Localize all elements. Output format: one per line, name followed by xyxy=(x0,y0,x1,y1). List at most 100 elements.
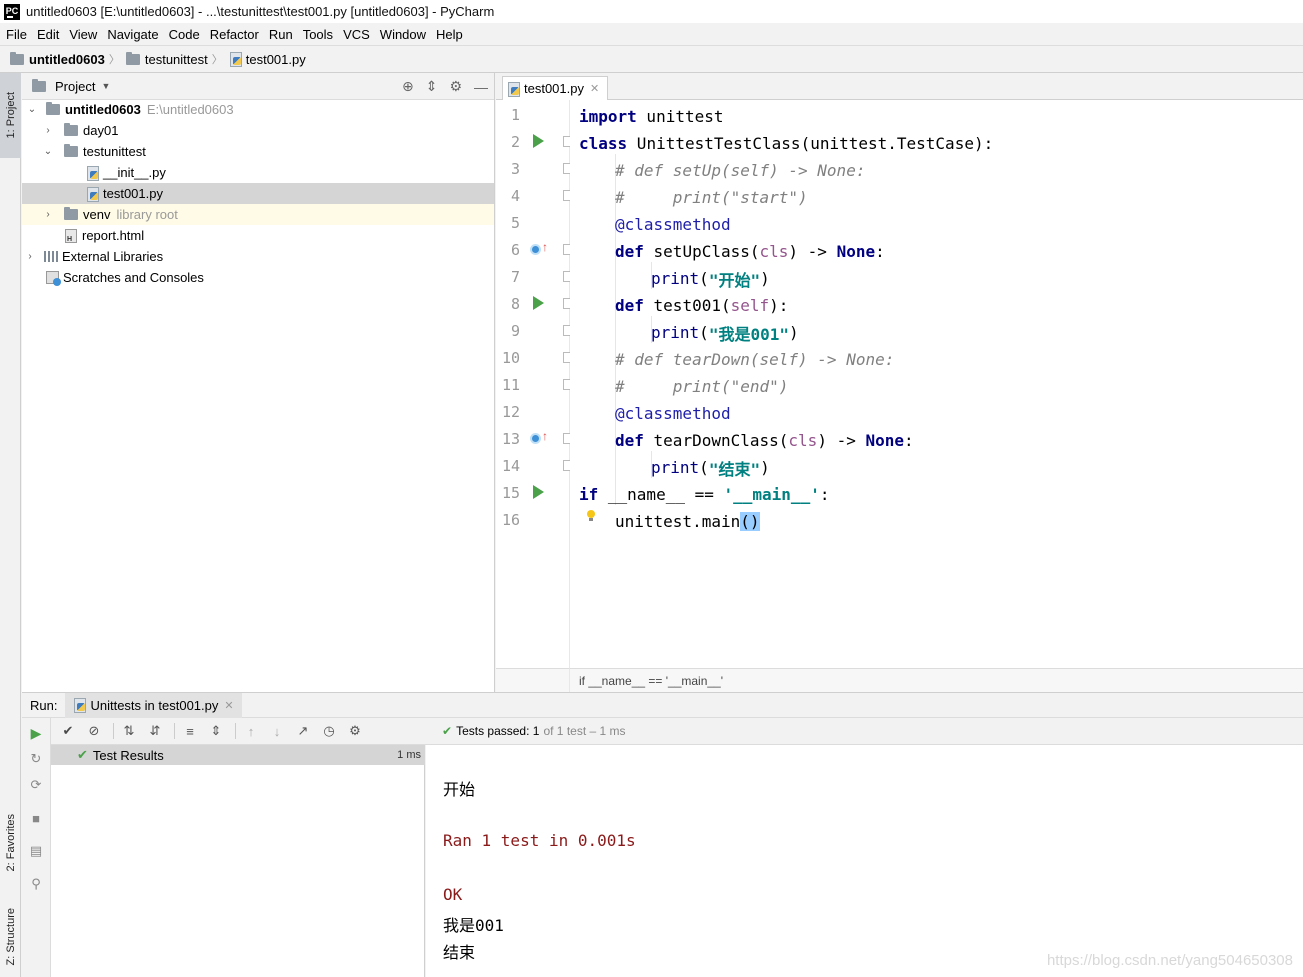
html-file-icon xyxy=(65,228,77,243)
chevron-down-icon[interactable]: ▼ xyxy=(101,81,110,91)
menu-help[interactable]: Help xyxy=(436,27,463,42)
tool-tab-project[interactable]: 1: Project xyxy=(0,73,21,158)
tree-node-testunittest[interactable]: ⌄ testunittest xyxy=(22,141,494,162)
close-icon[interactable]: ✕ xyxy=(590,82,599,95)
breadcrumb-project[interactable]: untitled0603 〉 xyxy=(10,51,126,67)
line-number: 13 xyxy=(501,430,520,448)
previous-failed-icon[interactable]: ↑ xyxy=(240,721,262,741)
editor-gutter: 1 2 3 4 5 6 7 8 9 10 11 12 13 14 15 16 ↑… xyxy=(496,100,573,668)
editor-status-gutter xyxy=(496,668,570,692)
chevron-down-icon[interactable]: ⌄ xyxy=(42,146,54,157)
menu-view[interactable]: View xyxy=(69,27,97,42)
tree-node-init-py[interactable]: __init__.py xyxy=(22,162,494,183)
code-editor[interactable]: import unittest class UnittestTestClass(… xyxy=(570,100,1303,668)
line-number: 3 xyxy=(510,160,520,178)
title-bar: PC untitled0603 [E:\untitled0603] - ...\… xyxy=(0,0,1303,23)
show-ignored-icon[interactable]: ⊘ xyxy=(83,721,105,741)
menu-run[interactable]: Run xyxy=(269,27,293,42)
code-line: def test001(self): xyxy=(615,296,789,315)
locate-icon[interactable]: ⊕ xyxy=(402,78,414,95)
close-icon[interactable]: ✕ xyxy=(224,699,233,712)
python-test-icon xyxy=(73,698,87,713)
tree-hint: library root xyxy=(116,207,178,222)
tool-tab-favorites[interactable]: 2: Favorites xyxy=(0,803,21,883)
tree-node-venv[interactable]: › venv library root xyxy=(22,204,494,225)
sort-by-duration-icon[interactable]: ⇵ xyxy=(144,721,166,741)
tool-tab-structure-label: Z: Structure xyxy=(4,907,17,966)
editor-tab-test001[interactable]: test001.py ✕ xyxy=(502,76,609,100)
show-passed-icon[interactable]: ✔ xyxy=(57,721,79,741)
menu-vcs[interactable]: VCS xyxy=(343,27,370,42)
run-icon[interactable] xyxy=(533,134,544,148)
breadcrumb-project-label: untitled0603 xyxy=(29,51,105,67)
project-view-icon xyxy=(32,78,46,92)
folder-icon xyxy=(64,207,78,220)
tree-node-scratches[interactable]: Scratches and Consoles xyxy=(22,267,494,288)
toolbar-divider xyxy=(113,723,114,739)
tool-tab-project-label: 1: Project xyxy=(4,92,17,139)
tree-hint: E:\untitled0603 xyxy=(146,102,234,117)
tree-node-report-html[interactable]: report.html xyxy=(22,225,494,246)
folder-icon xyxy=(46,102,60,115)
chevron-right-icon[interactable]: › xyxy=(42,209,54,220)
override-icon[interactable]: ↑ xyxy=(530,241,548,257)
lightbulb-icon[interactable] xyxy=(586,510,596,522)
minimize-icon[interactable]: — xyxy=(474,79,488,95)
breadcrumb-file[interactable]: test001.py xyxy=(229,52,306,67)
editor-breadcrumb-label[interactable]: if __name__ == '__main__' xyxy=(579,674,723,688)
gear-icon[interactable]: ⚙ xyxy=(344,721,366,741)
tree-node-external-libraries[interactable]: › External Libraries xyxy=(22,246,494,267)
menu-code[interactable]: Code xyxy=(169,27,200,42)
chevron-right-icon[interactable]: › xyxy=(24,251,36,262)
tree-node-test001-py[interactable]: test001.py xyxy=(22,183,494,204)
line-number: 6 xyxy=(510,241,520,259)
toolbar-divider xyxy=(235,723,236,739)
run-tab-label: Unittests in test001.py xyxy=(90,697,219,713)
history-icon[interactable]: ◷ xyxy=(318,721,340,741)
check-icon: ✔ xyxy=(77,747,88,762)
menu-tools[interactable]: Tools xyxy=(303,27,333,42)
code-line: # def tearDown(self) -> None: xyxy=(615,350,895,369)
export-icon[interactable]: ↗ xyxy=(292,721,314,741)
gear-icon[interactable]: ⚙ xyxy=(449,78,462,95)
console-line: OK xyxy=(443,885,463,904)
menu-file[interactable]: File xyxy=(6,27,27,42)
test-runner-toolbar: ✔ ⊘ ⇅ ⇵ ≡ ⇕ ↑ ↓ ↗ ◷ ⚙ ✔ Tests passed: 1 … xyxy=(51,718,1303,745)
menu-refactor[interactable]: Refactor xyxy=(210,27,259,42)
run-tab[interactable]: Unittests in test001.py ✕ xyxy=(65,692,242,718)
menu-edit[interactable]: Edit xyxy=(37,27,59,42)
chevron-right-icon[interactable]: › xyxy=(42,125,54,136)
console-output[interactable]: 开始 Ran 1 test in 0.001s OK 我是001 结束 http… xyxy=(426,745,1303,977)
folder-icon xyxy=(64,123,78,136)
line-number: 10 xyxy=(501,349,520,367)
test-results-label: Test Results xyxy=(92,747,164,763)
layout-icon[interactable]: ▤ xyxy=(28,843,44,859)
rerun-icon[interactable]: ▶ xyxy=(28,725,44,741)
stop-icon[interactable]: ■ xyxy=(28,810,44,826)
breadcrumb-folder[interactable]: testunittest 〉 xyxy=(125,51,229,67)
matched-paren: () xyxy=(740,512,760,531)
menu-navigate[interactable]: Navigate xyxy=(107,27,158,42)
rerun-failed-icon[interactable]: ↻ xyxy=(28,751,44,767)
toggle-auto-test-icon[interactable]: ⟳ xyxy=(28,777,44,793)
override-icon[interactable]: ↑ xyxy=(530,430,548,446)
sort-alphabetically-icon[interactable]: ⇅ xyxy=(118,721,140,741)
run-icon[interactable] xyxy=(533,485,544,499)
breadcrumb-file-label: test001.py xyxy=(245,51,306,67)
tree-node-day01[interactable]: › day01 xyxy=(22,120,494,141)
project-panel: Project ▼ ⊕ ⇕ ⚙ — ⌄ untitled0603 E:\unti… xyxy=(22,73,495,692)
run-icon[interactable] xyxy=(533,296,544,310)
chevron-right-icon: 〉 xyxy=(108,54,120,66)
chevron-down-icon[interactable]: ⌄ xyxy=(26,104,38,115)
code-line: print("我是001") xyxy=(651,323,799,344)
tree-node-untitled0603[interactable]: ⌄ untitled0603 E:\untitled0603 xyxy=(22,99,494,120)
collapse-all-icon[interactable]: ⇕ xyxy=(426,78,438,95)
collapse-all-icon[interactable]: ⇕ xyxy=(205,721,227,741)
next-failed-icon[interactable]: ↓ xyxy=(266,721,288,741)
tool-tab-structure[interactable]: Z: Structure xyxy=(0,899,21,974)
test-results-root[interactable]: ✔ Test Results 1 ms xyxy=(51,745,425,765)
project-panel-title[interactable]: Project xyxy=(55,79,95,94)
pin-icon[interactable]: ⚲ xyxy=(28,876,44,892)
expand-all-icon[interactable]: ≡ xyxy=(179,721,201,741)
menu-window[interactable]: Window xyxy=(380,27,426,42)
